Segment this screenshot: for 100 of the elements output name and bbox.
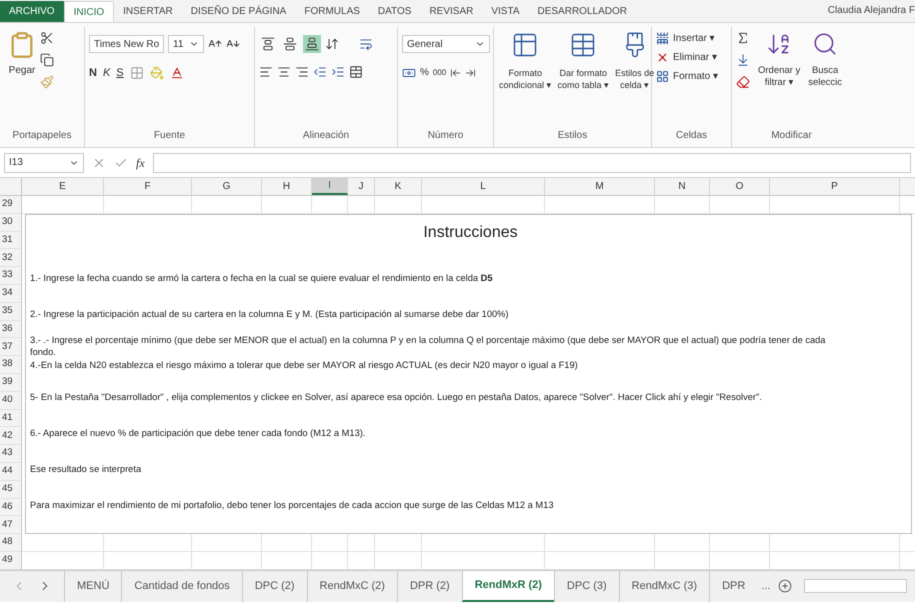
row-header[interactable]: 37	[0, 338, 21, 356]
row-header[interactable]: 47	[0, 516, 21, 534]
row-header[interactable]: 41	[0, 410, 21, 428]
row-header[interactable]: 40	[0, 392, 21, 410]
function-button[interactable]: fx	[136, 154, 145, 172]
decrease-indent-icon[interactable]	[313, 65, 327, 79]
thousands-button[interactable]: 000	[432, 66, 446, 78]
row-header[interactable]: 48	[0, 534, 21, 552]
vertical-align-button[interactable]	[303, 35, 321, 53]
wrap-text-icon[interactable]	[359, 37, 373, 51]
row-header[interactable]: 39	[0, 374, 21, 392]
align-icon	[305, 37, 319, 51]
align-center-icon[interactable]	[277, 65, 291, 79]
column-header[interactable]: M	[545, 178, 655, 195]
ribbon-tab[interactable]: DATOS	[368, 1, 420, 22]
ribbon-tab[interactable]: INSERTAR	[114, 1, 182, 22]
sheet-tab[interactable]: Cantidad de fondos	[121, 570, 242, 602]
editing-button[interactable]: Ordenar y filtrar ▾	[758, 31, 800, 128]
instruction-text: Para maximizar el rendimiento de mi portafolio, debo tener los porcentajes de cada accion que surge de las Celdas M12 a M13	[30, 499, 554, 512]
row-header[interactable]: 31	[0, 232, 21, 250]
ribbon-tab[interactable]: INICIO	[64, 1, 114, 22]
fill-down-icon[interactable]	[736, 53, 750, 67]
align-icon	[283, 37, 297, 51]
font-size-field[interactable]: 11	[168, 35, 204, 53]
column-header[interactable]: J	[348, 178, 375, 195]
row-header[interactable]: 42	[0, 427, 21, 446]
sum-icon[interactable]	[736, 31, 750, 45]
align-right-icon[interactable]	[295, 65, 309, 79]
increase-indent-icon[interactable]	[331, 65, 345, 79]
styles-button[interactable]: Formato condicional ▾	[498, 31, 553, 128]
row-header[interactable]: 36	[0, 320, 21, 338]
sheet-tab[interactable]: MENÚ	[64, 570, 122, 602]
copy-icon[interactable]	[40, 53, 54, 67]
row-header[interactable]: 30	[0, 214, 21, 232]
fill-color-icon[interactable]	[150, 66, 164, 80]
align-left-icon[interactable]	[259, 65, 273, 79]
horizontal-scrollbar[interactable]	[804, 579, 907, 594]
sheet-tab[interactable]: DPC (3)	[554, 570, 619, 602]
cells-button[interactable]: Eliminar ▾	[656, 50, 718, 65]
font-name-field[interactable]: Times New Ro	[89, 35, 164, 53]
name-box[interactable]: I13	[4, 152, 84, 172]
cut-icon[interactable]	[40, 31, 54, 45]
grid-icon	[656, 70, 669, 83]
instruction-text: Ese resultado se interpreta	[30, 463, 142, 476]
underline-button[interactable]: S	[116, 65, 124, 82]
row-header[interactable]: 43	[0, 445, 21, 463]
column-header[interactable]: N	[655, 178, 710, 195]
ribbon-tab[interactable]: VISTA	[482, 1, 528, 22]
column-header[interactable]: F	[104, 178, 192, 195]
row-header[interactable]: 33	[0, 267, 21, 285]
sheet-tab[interactable]: RendMxC (2)	[306, 570, 397, 602]
italic-button[interactable]: K	[102, 65, 110, 82]
formula-field[interactable]	[152, 152, 911, 172]
percent-button[interactable]: %	[420, 65, 429, 80]
column-header[interactable]: I	[312, 178, 348, 195]
row-header[interactable]: 44	[0, 462, 21, 481]
editing-button[interactable]: Busca seleccic	[808, 31, 842, 128]
sheet-tab[interactable]: RendMxR (2)	[462, 570, 554, 602]
row-header[interactable]: 38	[0, 356, 21, 374]
vertical-align-button[interactable]	[259, 35, 277, 53]
file-tab[interactable]: ARCHIVO	[0, 1, 64, 22]
row-header[interactable]: 45	[0, 480, 21, 499]
ribbon-tab[interactable]: FORMULAS	[295, 1, 369, 22]
number-format-field[interactable]: General	[402, 35, 490, 53]
row-header[interactable]: 46	[0, 498, 21, 516]
cells-button[interactable]: Insertar ▾	[656, 31, 718, 46]
row-header[interactable]: 32	[0, 249, 21, 268]
delete-icon	[656, 51, 669, 64]
merge-cells-icon[interactable]	[349, 65, 363, 79]
sheet-tab[interactable]: DPC (2)	[242, 570, 307, 602]
sheet-tab[interactable]: RendMxC (3)	[618, 570, 710, 602]
user-name[interactable]: Claudia Alejandra F	[828, 3, 915, 22]
add-sheet-icon[interactable]	[778, 579, 792, 594]
styles-button[interactable]: Estilos de celda ▾	[614, 31, 656, 128]
eraser-icon[interactable]	[736, 75, 750, 89]
paste-button[interactable]: Pegar	[8, 27, 36, 128]
ribbon-tab[interactable]: DISEÑO DE PÁGINA	[182, 1, 296, 22]
group-label: Estilos	[558, 129, 588, 143]
column-header[interactable]: L	[422, 178, 545, 195]
column-header[interactable]: G	[192, 178, 262, 195]
bold-button[interactable]: N	[89, 65, 97, 82]
borders-icon[interactable]	[130, 66, 144, 80]
ribbon-tab[interactable]: DESARROLLADOR	[528, 1, 636, 22]
row-header[interactable]: 35	[0, 302, 21, 321]
styles-button[interactable]: Dar formato como tabla ▾	[556, 31, 610, 128]
sheet-tab[interactable]: DPR	[709, 570, 758, 602]
font-color-icon[interactable]	[170, 66, 184, 80]
column-header[interactable]: E	[22, 178, 104, 195]
cells-button[interactable]: Formato ▾	[656, 69, 718, 84]
row-header[interactable]: 29	[0, 196, 21, 214]
orientation-icon[interactable]	[325, 37, 339, 51]
row-header[interactable]: 34	[0, 284, 21, 303]
vertical-align-button[interactable]	[281, 35, 299, 53]
column-header[interactable]: O	[710, 178, 770, 195]
ribbon-tab[interactable]: REVISAR	[420, 1, 482, 22]
more-sheets-button[interactable]: ...	[757, 578, 774, 595]
group-label: Modificar	[771, 129, 812, 143]
column-header[interactable]: K	[375, 178, 422, 195]
column-header[interactable]: P	[770, 178, 900, 195]
instructions-title: Instrucciones	[423, 222, 518, 243]
